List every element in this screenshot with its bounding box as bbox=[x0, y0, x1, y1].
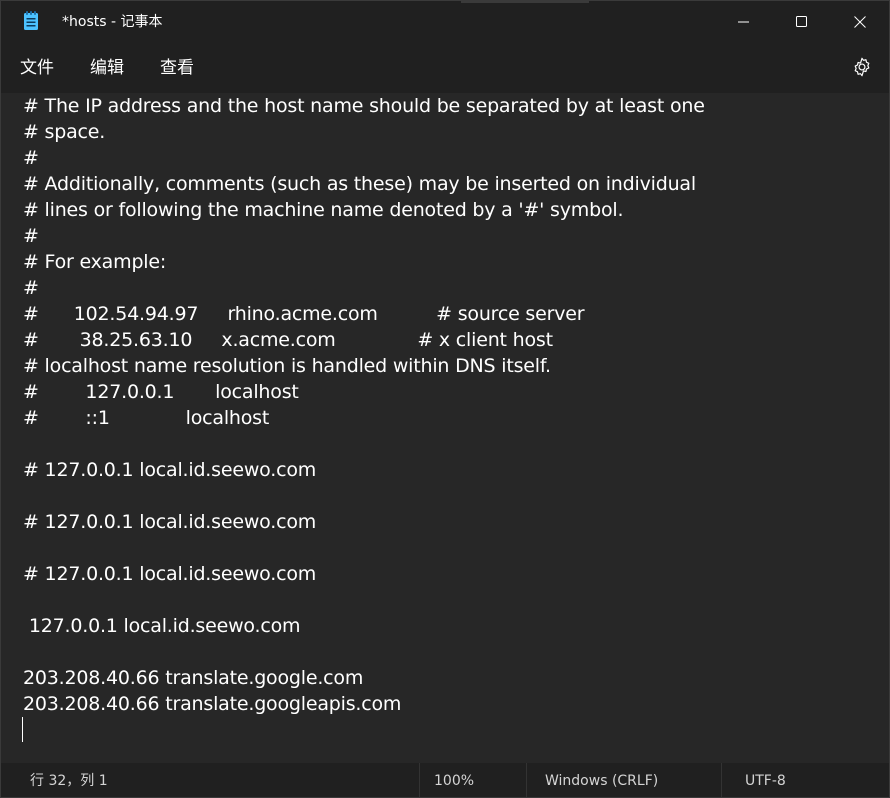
text-editor[interactable]: # The IP address and the host name shoul… bbox=[1, 93, 889, 759]
editor-line bbox=[23, 535, 705, 561]
maximize-icon bbox=[796, 16, 807, 27]
menu-view[interactable]: 查看 bbox=[160, 57, 194, 79]
status-divider bbox=[721, 763, 722, 797]
editor-line: # bbox=[23, 225, 39, 247]
editor-line: # 127.0.0.1 local.id.seewo.com bbox=[23, 511, 317, 533]
editor-line: # ::1 localhost bbox=[23, 407, 270, 429]
editor-line: # space. bbox=[23, 121, 106, 143]
editor-line: 203.208.40.66 translate.google.com bbox=[23, 667, 364, 689]
editor-line bbox=[23, 717, 705, 743]
editor-line: # For example: bbox=[23, 251, 167, 273]
editor-line: # 102.54.94.97 rhino.acme.com # source s… bbox=[23, 303, 585, 325]
notepad-window: *hosts - 记事本 文件 编辑 查看 # The IP address a… bbox=[0, 0, 890, 798]
editor-line: # bbox=[23, 277, 39, 299]
editor-line: 127.0.0.1 local.id.seewo.com bbox=[23, 615, 301, 637]
close-button[interactable] bbox=[831, 1, 889, 43]
editor-lines: # The IP address and the host name shoul… bbox=[23, 93, 705, 743]
status-zoom[interactable]: 100% bbox=[434, 763, 474, 797]
status-cursor-position: 行 32，列 1 bbox=[30, 773, 108, 789]
editor-line bbox=[23, 483, 705, 509]
editor-line: # localhost name resolution is handled w… bbox=[23, 355, 551, 377]
editor-line bbox=[23, 431, 705, 457]
status-line-ending[interactable]: Windows (CRLF) bbox=[545, 763, 658, 797]
maximize-button[interactable] bbox=[773, 1, 831, 43]
gear-icon[interactable] bbox=[851, 56, 873, 78]
editor-line: # 127.0.0.1 localhost bbox=[23, 381, 299, 403]
minimize-button[interactable] bbox=[715, 1, 773, 43]
menu-edit[interactable]: 编辑 bbox=[90, 57, 124, 79]
close-icon bbox=[854, 16, 866, 28]
menu-bar: 文件 编辑 查看 bbox=[1, 43, 889, 93]
editor-line: # 127.0.0.1 local.id.seewo.com bbox=[23, 563, 317, 585]
title-bar-accent bbox=[461, 1, 589, 3]
minimize-icon bbox=[738, 21, 749, 23]
editor-line bbox=[23, 587, 705, 613]
editor-line: # 127.0.0.1 local.id.seewo.com bbox=[23, 459, 317, 481]
editor-line: # lines or following the machine name de… bbox=[23, 199, 624, 221]
editor-line: 203.208.40.66 translate.googleapis.com bbox=[23, 693, 402, 715]
status-bar: 行 32，列 1 100% Windows (CRLF) UTF-8 bbox=[1, 763, 889, 797]
menu-file[interactable]: 文件 bbox=[20, 57, 54, 79]
editor-line: # bbox=[23, 147, 39, 169]
editor-line: # Additionally, comments (such as these)… bbox=[23, 173, 696, 195]
editor-line: # 38.25.63.10 x.acme.com # x client host bbox=[23, 329, 553, 351]
status-divider bbox=[419, 763, 420, 797]
status-encoding[interactable]: UTF-8 bbox=[745, 763, 786, 797]
title-bar[interactable]: *hosts - 记事本 bbox=[1, 1, 889, 43]
status-divider bbox=[526, 763, 527, 797]
editor-line: # The IP address and the host name shoul… bbox=[23, 95, 705, 117]
editor-line bbox=[23, 639, 705, 665]
notepad-icon bbox=[24, 11, 38, 30]
text-caret bbox=[22, 717, 23, 742]
window-title: *hosts - 记事本 bbox=[62, 14, 163, 30]
